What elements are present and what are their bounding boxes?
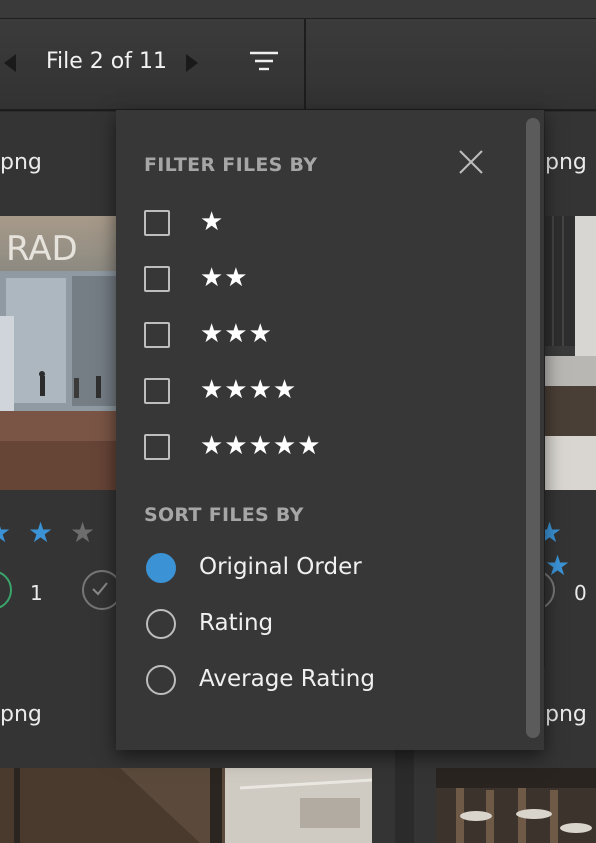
star-icon[interactable]: ★ — [70, 516, 95, 549]
radio-button[interactable] — [146, 665, 176, 695]
star-icon[interactable]: ★ — [545, 516, 562, 549]
filter-option-2-stars[interactable]: ★★ — [144, 263, 394, 298]
file-card-right-top[interactable]: png ★ ★ 0 — [545, 112, 596, 668]
checkbox[interactable] — [144, 210, 170, 236]
sort-option-label: Original Order — [199, 554, 362, 580]
file-thumbnail[interactable] — [545, 216, 596, 490]
sort-option-label: Average Rating — [199, 666, 375, 692]
filter-option-1-star[interactable]: ★ — [144, 207, 394, 242]
file-counter: File 2 of 11 — [46, 49, 167, 74]
sort-option-rating[interactable]: Rating — [146, 609, 466, 643]
filter-option-3-stars[interactable]: ★★★ — [144, 319, 394, 354]
like-count: 1 — [30, 581, 43, 605]
file-card-left-top[interactable]: png RAD ★ ★ ★ 1 — [0, 112, 130, 668]
like-badge[interactable] — [0, 570, 12, 610]
check-icon — [92, 582, 108, 596]
filter-sort-panel: FILTER FILES BY ★ ★★ ★★★ ★★★★ ★★★★★ SORT… — [116, 110, 544, 750]
rating-stars[interactable]: ★ ★ — [545, 516, 596, 582]
checkbox[interactable] — [144, 378, 170, 404]
star-icon[interactable]: ★ — [28, 516, 53, 549]
like-count: 0 — [574, 581, 587, 605]
filter-section-title: FILTER FILES BY — [144, 154, 318, 176]
star-rating-label: ★★ — [200, 263, 249, 293]
svg-text:RAD: RAD — [6, 229, 78, 269]
file-thumbnail[interactable]: RAD — [0, 216, 130, 490]
star-rating-label: ★ — [200, 207, 225, 237]
rating-stars[interactable]: ★ ★ ★ — [0, 516, 95, 549]
checkbox[interactable] — [144, 322, 170, 348]
close-button[interactable] — [456, 147, 486, 177]
filter-option-5-stars[interactable]: ★★★★★ — [144, 431, 394, 466]
filter-option-4-stars[interactable]: ★★★★ — [144, 375, 394, 410]
file-toolbar: File 2 of 11 — [0, 19, 596, 111]
lobby-image — [0, 768, 372, 843]
panel-scrollbar[interactable] — [526, 118, 540, 738]
caret-left-icon[interactable] — [4, 54, 16, 72]
filter-lines-icon — [250, 51, 278, 71]
radio-button[interactable] — [146, 553, 176, 583]
file-name: png — [0, 150, 42, 175]
caret-right-icon[interactable] — [186, 54, 198, 72]
file-name: png — [545, 702, 587, 727]
close-icon — [459, 150, 483, 174]
sort-section-title: SORT FILES BY — [144, 504, 304, 526]
file-name: png — [545, 150, 587, 175]
star-rating-label: ★★★ — [200, 319, 273, 349]
restaurant-image — [436, 768, 596, 843]
filter-button[interactable] — [244, 47, 284, 79]
star-rating-label: ★★★★ — [200, 375, 298, 405]
checkbox[interactable] — [144, 434, 170, 460]
file-thumbnail[interactable] — [436, 768, 596, 843]
radio-button[interactable] — [146, 609, 176, 639]
file-thumbnail[interactable] — [0, 768, 372, 843]
file-name: png — [0, 702, 42, 727]
checkbox[interactable] — [144, 266, 170, 292]
interior-image — [545, 216, 596, 490]
toolbar-divider — [304, 19, 306, 109]
sort-option-original-order[interactable]: Original Order — [146, 553, 466, 587]
sort-option-average-rating[interactable]: Average Rating — [146, 665, 466, 699]
top-strip — [0, 0, 596, 19]
storefront-image: RAD — [0, 216, 130, 490]
sort-option-label: Rating — [199, 610, 274, 636]
star-icon[interactable]: ★ — [0, 516, 11, 549]
star-rating-label: ★★★★★ — [200, 431, 322, 461]
